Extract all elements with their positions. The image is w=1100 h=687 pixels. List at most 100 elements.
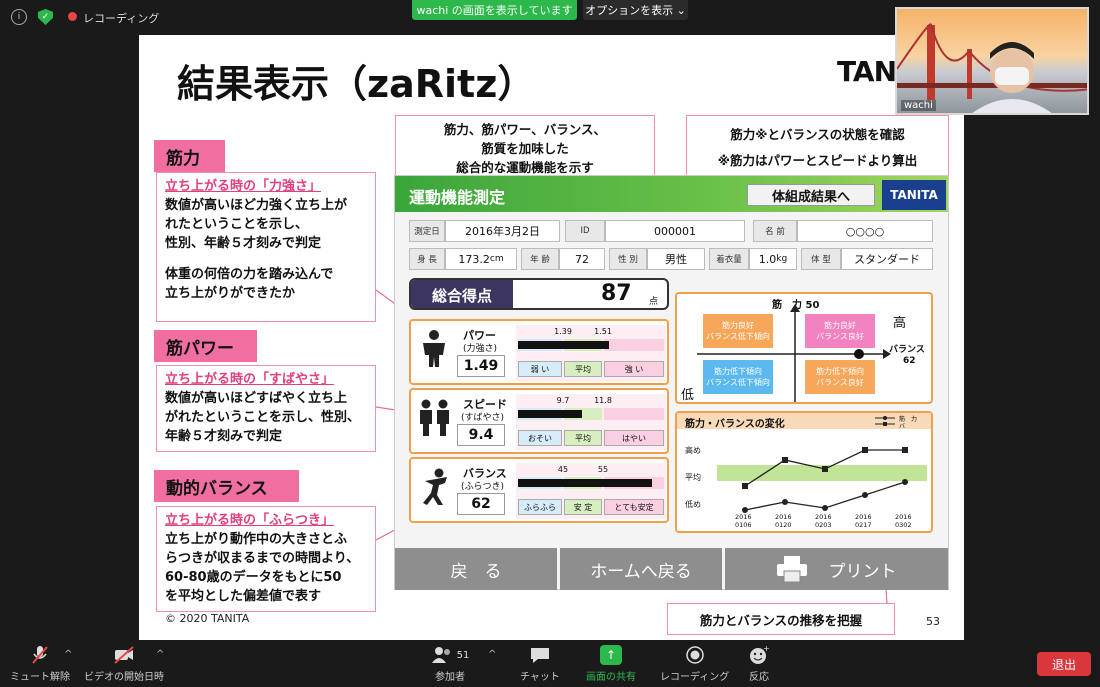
field-label-name: 名 前	[753, 220, 797, 242]
share-screen-label: 画面の共有	[586, 672, 636, 683]
field-height-value: 173.2	[458, 252, 490, 266]
field-date: 2016年3月2日	[445, 220, 560, 242]
total-score-panel: 総合得点 87 点	[409, 278, 669, 310]
total-score-value: 87	[601, 281, 632, 306]
reactions-label: 反応	[749, 672, 769, 683]
power-figure-icon	[419, 329, 449, 369]
gauge-bin: ふらふら	[518, 499, 562, 515]
svg-text:+: +	[763, 645, 769, 653]
video-tile[interactable]: wachi	[895, 7, 1089, 115]
total-score-label: 総合得点	[411, 280, 513, 308]
gauge-threshold-label: 9.7	[556, 396, 570, 405]
gauge-fill-bar	[518, 410, 582, 418]
metric-speed: スピード (すばやさ) 9.4 おそい 平均 はやい 9.7 11.8	[409, 388, 669, 454]
video-options-caret[interactable]: ^	[156, 649, 164, 660]
metric-balance: バランス (ふらつき) 62 ふらふら安 定とても安定 45 55	[409, 457, 669, 523]
metric-sub: (ふらつき)	[461, 482, 505, 492]
gauge-bin: 弱 い	[518, 361, 562, 377]
info-icon[interactable]: i	[11, 9, 27, 25]
gauge-top-band	[604, 408, 664, 420]
gauge-threshold-label: 45	[557, 465, 569, 474]
gauge-bin: とても安定	[604, 499, 664, 515]
metric-gauge: おそい 平均 はやい 9.7 11.8	[516, 394, 666, 450]
participants-label: 参加者	[435, 672, 465, 683]
bottom-toolbar: ミュート解除 ^ ビデオの開始日時 ^ 51 参加者 ^ チャット ↑ 画面の共…	[0, 641, 1100, 687]
home-button[interactable]: ホームへ戻る	[560, 548, 722, 590]
share-screen-icon: ↑	[600, 645, 622, 665]
app-tanita-logo: TANITA	[882, 180, 946, 210]
reactions-button[interactable]: + 反応	[748, 645, 770, 683]
balance-figure-icon	[419, 467, 451, 507]
chat-button[interactable]: チャット	[520, 645, 560, 683]
quadrant-cell: 筋力低下傾向 バランス低下傾向	[703, 360, 773, 394]
microphone-muted-icon	[29, 645, 51, 665]
speed-figure-icon	[417, 398, 453, 438]
gauge-threshold-label: 1.51	[594, 327, 612, 336]
field-label-type: 体 型	[801, 248, 841, 270]
unmute-label: ミュート解除	[10, 672, 70, 683]
gauge-bin: 平均	[564, 430, 602, 446]
metric-value: 9.4	[457, 424, 505, 446]
trend-date: 2016 0120	[775, 513, 792, 529]
leave-button[interactable]: 退出	[1037, 652, 1091, 676]
quadrant-panel: 筋 力 50 高 低 バランス 62 筋力良好 バランス低下傾向 筋力良好 バラ…	[675, 292, 933, 404]
field-clothes: 1.0 kg	[749, 248, 797, 270]
trend-date: 2016 0302	[895, 513, 912, 529]
field-age: 72	[559, 248, 605, 270]
metric-value: 62	[457, 493, 505, 515]
printer-icon	[776, 556, 807, 583]
metric-gauge: ふらふら安 定とても安定 45 55	[516, 463, 666, 519]
field-height-unit: cm	[489, 254, 504, 264]
gauge-threshold-label: 1.39	[554, 327, 572, 336]
shared-slide: 結果表示（zaRitz） TANITA 筋力 立ち上がる時の「力強さ」 数値が高…	[139, 35, 964, 640]
trend-panel: 筋力・バランスの変化 筋 力 バ 高め 平均 低め 2016 0106 2016…	[675, 411, 933, 533]
gauge-bin: 強 い	[604, 361, 664, 377]
metric-gauge: 弱 い平均強 い 1.39 1.51	[516, 325, 666, 381]
view-options-button[interactable]: オプションを表示 ⌄	[583, 0, 688, 20]
field-label-gender: 性 別	[609, 248, 647, 270]
record-label: レコーディング	[660, 672, 730, 683]
participants-caret[interactable]: ^	[488, 649, 496, 660]
record-button[interactable]: レコーディング	[660, 645, 729, 683]
print-label: プリント	[828, 561, 897, 582]
back-button[interactable]: 戻 る	[395, 548, 557, 590]
gauge-bin: はやい	[604, 430, 664, 446]
gauge-fill-bar	[518, 479, 652, 487]
mute-options-caret[interactable]: ^	[64, 649, 72, 660]
gauge-threshold-label: 55	[597, 465, 609, 474]
reaction-smiley-icon: +	[748, 645, 770, 665]
quadrant-cell: 筋力良好 バランス良好	[805, 314, 875, 348]
body-comp-button[interactable]: 体組成結果へ	[747, 184, 875, 206]
chat-label: チャット	[520, 672, 560, 683]
unmute-button[interactable]: ミュート解除	[10, 645, 70, 683]
print-button[interactable]: プリント	[725, 548, 948, 590]
security-shield-icon[interactable]: ✓	[38, 9, 53, 25]
metric-sub: (力強さ)	[463, 344, 498, 354]
trend-date: 2016 0217	[855, 513, 872, 529]
total-score-unit: 点	[649, 297, 659, 307]
field-type: スタンダード	[841, 248, 933, 270]
quadrant-cell: 筋力良好 バランス低下傾向	[703, 314, 773, 348]
field-name: ○○○○	[797, 220, 933, 242]
share-screen-button[interactable]: ↑ 画面の共有	[586, 645, 636, 683]
start-video-button[interactable]: ビデオの開始日時	[84, 645, 164, 683]
trend-date: 2016 0106	[735, 513, 752, 529]
app-header-title: 運動機能測定	[409, 188, 506, 207]
gauge-bin: おそい	[518, 430, 562, 446]
participants-button[interactable]: 51 参加者	[428, 645, 472, 683]
participants-icon: 51	[428, 645, 472, 665]
trend-date: 2016 0203	[815, 513, 832, 529]
chevron-down-icon: ⌄	[676, 3, 686, 17]
recording-label: レコーディング	[83, 12, 160, 25]
quadrant-cell: 筋力低下傾向 バランス良好	[805, 360, 875, 394]
field-clothes-value: 1.0	[758, 252, 777, 266]
gauge-bin: 安 定	[564, 499, 602, 515]
recording-dot-icon	[68, 12, 77, 21]
field-height: 173.2 cm	[445, 248, 517, 270]
share-banner: wachi の画面を表示しています	[412, 0, 577, 20]
metric-value: 1.49	[457, 355, 505, 377]
chat-icon	[529, 645, 551, 665]
field-id: 000001	[605, 220, 745, 242]
camera-off-icon	[113, 645, 135, 665]
metric-sub: (すばやさ)	[461, 413, 505, 423]
